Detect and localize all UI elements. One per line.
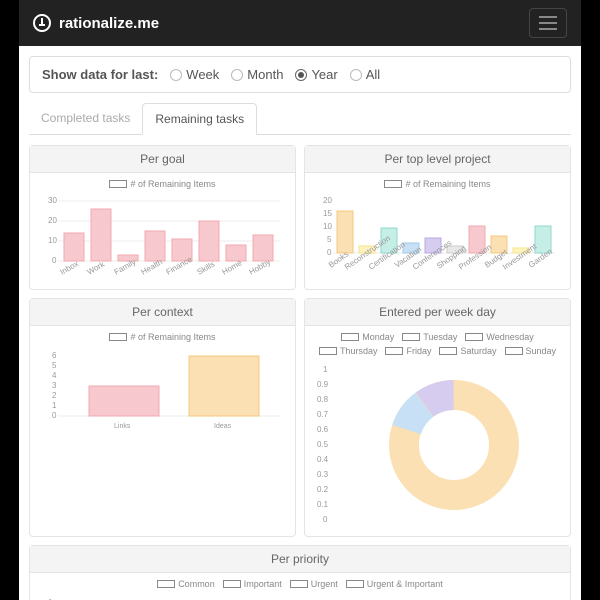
card-title: Entered per week day: [305, 299, 570, 326]
svg-text:5: 5: [327, 235, 332, 244]
charts-grid: Per goal # of Remaining Items 0102030 In…: [19, 135, 581, 600]
brand[interactable]: rationalize.me: [33, 14, 159, 32]
svg-text:0.6: 0.6: [317, 425, 329, 434]
svg-text:Skills: Skills: [196, 260, 217, 277]
chart-per-project: 05101520 Books Reconstruction Certificat…: [309, 193, 559, 283]
brand-text: rationalize.me: [59, 15, 159, 32]
tab-completed[interactable]: Completed tasks: [29, 103, 142, 134]
card-per-context: Per context # of Remaining Items 0123456…: [29, 298, 296, 537]
svg-text:Links: Links: [114, 423, 131, 430]
filter-label: Show data for last:: [42, 67, 158, 82]
svg-text:Work: Work: [86, 259, 107, 277]
filter-month[interactable]: Month: [231, 67, 283, 82]
filter-all[interactable]: All: [350, 67, 380, 82]
chart-per-priority: 0.60.70.80.91: [34, 593, 284, 600]
svg-text:0.4: 0.4: [317, 455, 329, 464]
navbar: rationalize.me: [19, 0, 581, 46]
time-filter-panel: Show data for last: Week Month Year All: [29, 56, 571, 93]
card-title: Per goal: [30, 146, 295, 173]
card-per-priority: Per priority Common Important Urgent Urg…: [29, 545, 571, 600]
svg-text:0: 0: [52, 256, 57, 265]
menu-toggle[interactable]: [529, 8, 567, 38]
svg-text:0.2: 0.2: [317, 485, 329, 494]
svg-text:10: 10: [48, 236, 57, 245]
svg-text:4: 4: [52, 371, 57, 380]
logo-icon: [33, 14, 51, 32]
svg-text:10: 10: [323, 222, 332, 231]
svg-text:0: 0: [327, 248, 332, 257]
tab-remaining[interactable]: Remaining tasks: [142, 103, 257, 135]
svg-text:15: 15: [323, 209, 332, 218]
svg-text:0.7: 0.7: [317, 410, 329, 419]
svg-text:5: 5: [52, 361, 57, 370]
svg-text:0.1: 0.1: [317, 500, 329, 509]
card-title: Per priority: [30, 546, 570, 573]
card-title: Per context: [30, 299, 295, 326]
card-title: Per top level project: [305, 146, 570, 173]
filter-year[interactable]: Year: [295, 67, 337, 82]
svg-text:1: 1: [52, 401, 57, 410]
svg-text:Inbox: Inbox: [59, 259, 80, 277]
svg-text:20: 20: [323, 196, 332, 205]
svg-text:1: 1: [323, 365, 328, 374]
svg-text:0.8: 0.8: [317, 395, 329, 404]
svg-text:0.3: 0.3: [317, 470, 329, 479]
svg-text:2: 2: [52, 391, 57, 400]
svg-text:Ideas: Ideas: [214, 423, 232, 430]
svg-text:20: 20: [48, 216, 57, 225]
card-per-project: Per top level project # of Remaining Ite…: [304, 145, 571, 290]
legend-weekday: Monday Tuesday Wednesday Thursday Friday…: [309, 332, 566, 356]
svg-text:3: 3: [52, 381, 57, 390]
filter-week[interactable]: Week: [170, 67, 219, 82]
chart-per-context: 0123456 Links Ideas: [34, 346, 284, 436]
svg-text:0.5: 0.5: [317, 440, 329, 449]
svg-text:6: 6: [52, 351, 57, 360]
chart-per-goal: 0102030 Inbox Work Family Health Finance: [34, 193, 284, 283]
legend-priority: Common Important Urgent Urgent & Importa…: [34, 579, 566, 589]
svg-text:0: 0: [323, 515, 328, 524]
svg-text:0: 0: [52, 411, 57, 420]
chart-per-weekday: 0 0.1 0.2 0.3 0.4 0.5 0.6 0.7 0.8 0.9 1: [309, 360, 559, 530]
card-per-weekday: Entered per week day Monday Tuesday Wedn…: [304, 298, 571, 537]
tabs: Completed tasks Remaining tasks: [29, 103, 571, 135]
svg-text:0.9: 0.9: [317, 380, 329, 389]
svg-text:30: 30: [48, 196, 57, 205]
card-per-goal: Per goal # of Remaining Items 0102030 In…: [29, 145, 296, 290]
